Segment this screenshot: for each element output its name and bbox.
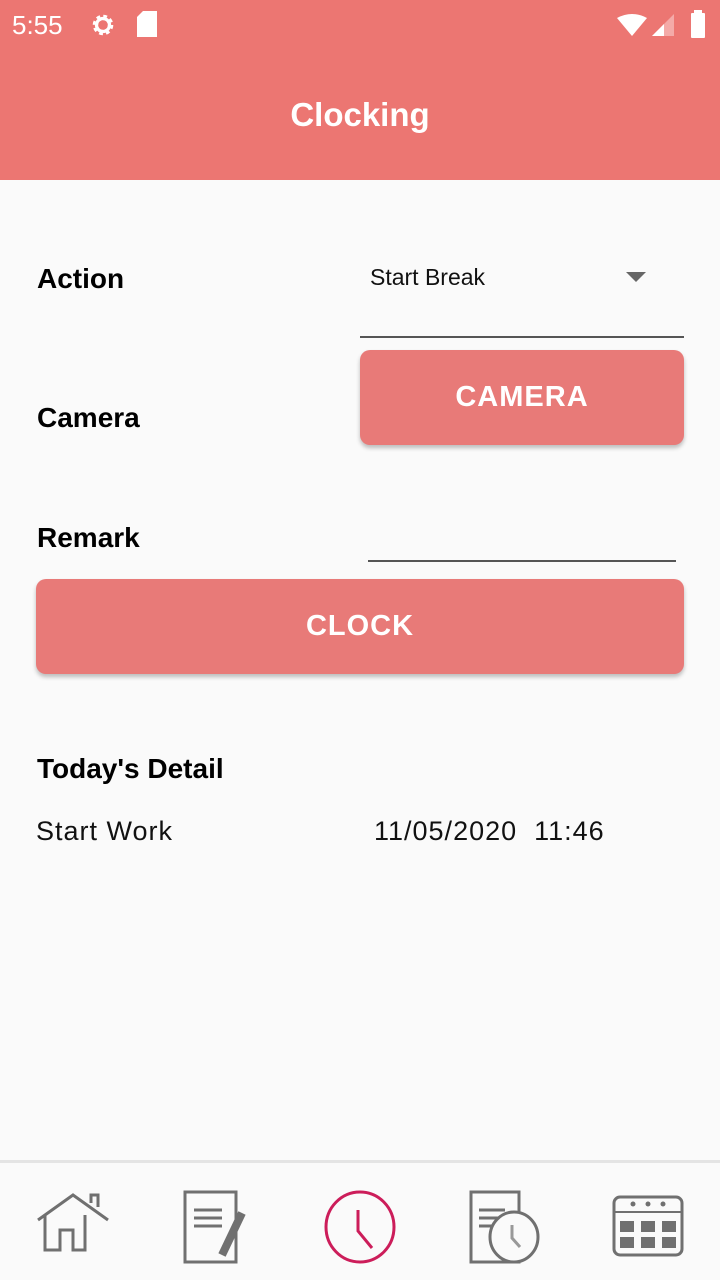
edit-document-icon[interactable] [176, 1185, 256, 1265]
remark-label: Remark [37, 522, 140, 553]
timesheet-icon[interactable] [465, 1185, 545, 1265]
calendar-icon[interactable] [608, 1185, 688, 1265]
action-dropdown[interactable]: Start Break [360, 250, 684, 338]
remark-input[interactable] [368, 510, 676, 562]
battery-icon [691, 10, 705, 38]
detail-datetime: 11/05/2020 11:46 [374, 816, 605, 846]
app-bar: 5:55 Clocking [0, 0, 720, 180]
home-icon[interactable] [33, 1185, 113, 1265]
detail-action: Start Work [36, 816, 174, 846]
action-selected-value: Start Break [370, 264, 486, 290]
sd-card-icon [137, 11, 157, 37]
action-label: Action [37, 263, 125, 294]
todays-detail-title: Today's Detail [37, 753, 224, 784]
clock-button[interactable]: CLOCK [36, 579, 684, 674]
signal-icon [652, 14, 674, 36]
gear-icon [92, 14, 114, 36]
camera-label: Camera [37, 402, 140, 433]
caret-down-icon [626, 272, 646, 282]
bottom-nav [0, 1160, 720, 1280]
status-time: 5:55 [12, 10, 63, 40]
clock-icon[interactable] [320, 1185, 400, 1265]
camera-button[interactable]: CAMERA [360, 350, 684, 445]
status-bar: 5:55 [0, 0, 720, 50]
page-title: Clocking [290, 96, 430, 133]
wifi-icon [617, 14, 647, 36]
